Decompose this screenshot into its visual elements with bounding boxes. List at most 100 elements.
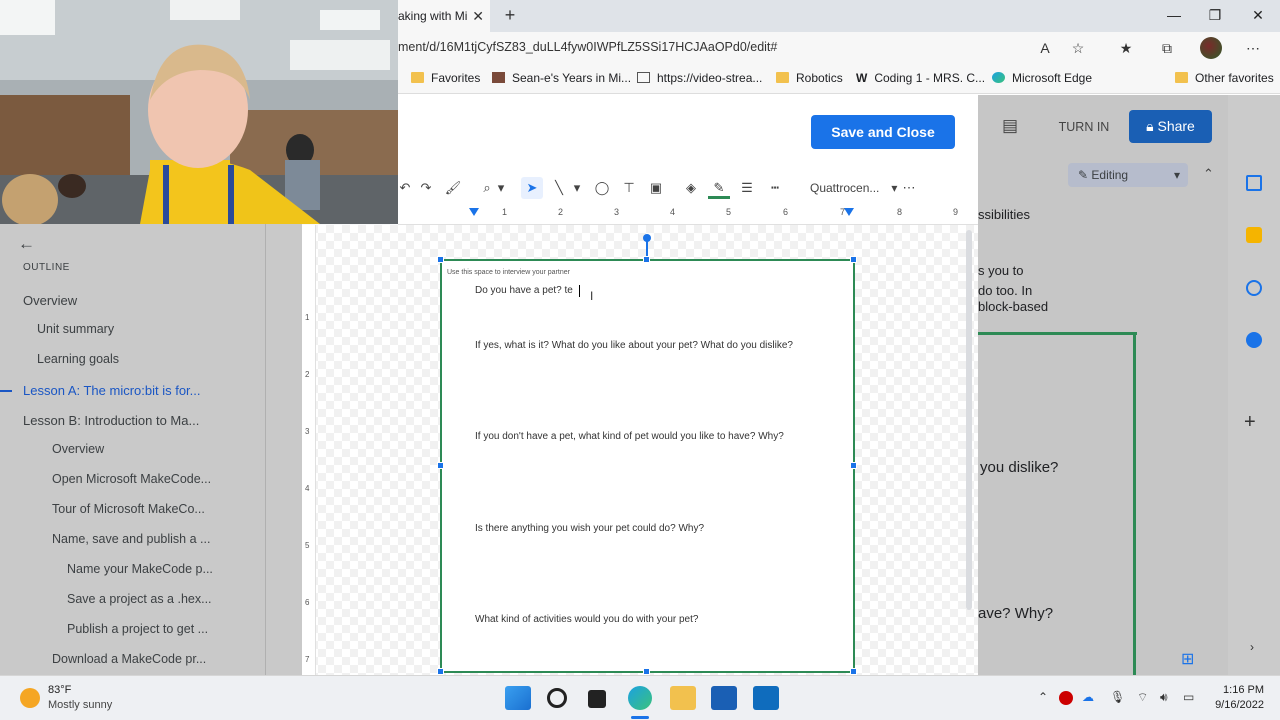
- text-cursor: [579, 285, 580, 297]
- minimize-icon[interactable]: —: [1152, 0, 1196, 32]
- contacts-icon[interactable]: [1246, 332, 1262, 348]
- add-comment-icon[interactable]: ⊞: [1181, 649, 1194, 669]
- outline-item[interactable]: Publish a project to get ...: [67, 622, 208, 636]
- resize-handle[interactable]: [850, 668, 857, 675]
- resize-handle[interactable]: [643, 256, 650, 263]
- chevron-down-icon[interactable]: ▾: [494, 177, 508, 199]
- border-color-icon[interactable]: ✎: [708, 177, 730, 199]
- document-page-right: ssibilities s you to do too. In block-ba…: [978, 196, 1228, 675]
- wifi-icon[interactable]: ⌔: [1137, 690, 1148, 705]
- weather-temp[interactable]: 83°F: [48, 684, 71, 696]
- clock-time[interactable]: 1:16 PM: [1216, 684, 1264, 696]
- outline-item[interactable]: Save a project as a .hex...: [67, 592, 212, 606]
- favorites-icon[interactable]: ★: [1115, 37, 1137, 59]
- tab-title: aking with Mi: [398, 9, 468, 23]
- store-icon[interactable]: [711, 686, 737, 710]
- question: If you don't have a pet, what kind of pe…: [475, 431, 784, 442]
- chevron-right-icon[interactable]: ›: [1250, 640, 1254, 654]
- favorite-item[interactable]: W Coding 1 - MRS. C...: [856, 64, 985, 94]
- side-panel: + ›: [1228, 95, 1280, 675]
- outline-item-active[interactable]: Lesson A: The micro:bit is for...: [23, 383, 201, 398]
- outline-item[interactable]: Open Microsoft MakeCode...: [52, 472, 211, 486]
- resize-handle[interactable]: [437, 256, 444, 263]
- battery-icon[interactable]: ▭: [1183, 690, 1194, 704]
- resize-handle[interactable]: [850, 256, 857, 263]
- favorite-item[interactable]: Other favorites: [1175, 64, 1274, 94]
- resize-handle[interactable]: [437, 668, 444, 675]
- favorite-item[interactable]: Sean-e's Years in Mi...: [492, 64, 631, 94]
- outline-item[interactable]: Lesson B: Introduction to Ma...: [23, 413, 199, 428]
- back-arrow-icon[interactable]: ←: [18, 234, 35, 254]
- add-addon-icon[interactable]: +: [1244, 411, 1256, 434]
- more-options-icon[interactable]: ⋯: [898, 177, 920, 199]
- outline-item[interactable]: Unit summary: [37, 322, 114, 336]
- tasks-icon[interactable]: [1246, 280, 1262, 296]
- paint-format-icon[interactable]: 🖌︎: [442, 177, 464, 199]
- save-and-close-button[interactable]: Save and Close: [811, 115, 955, 149]
- font-select[interactable]: Quattrocen... ▾: [810, 177, 897, 199]
- new-tab-icon[interactable]: +: [500, 4, 520, 28]
- calendar-icon[interactable]: [1246, 175, 1262, 191]
- comment-icon[interactable]: ▤: [1002, 116, 1018, 136]
- fill-color-icon[interactable]: ◈: [680, 177, 702, 199]
- outline-item[interactable]: Learning goals: [37, 352, 119, 366]
- outline-item[interactable]: Overview: [23, 293, 77, 308]
- search-icon[interactable]: [547, 688, 567, 708]
- folder-icon: [411, 72, 424, 83]
- weather-sun-icon: [20, 688, 40, 708]
- chevron-up-icon[interactable]: ⌃: [1203, 166, 1214, 182]
- collections-icon[interactable]: ⧉: [1156, 37, 1178, 59]
- edge-icon[interactable]: [628, 686, 652, 710]
- outlook-icon[interactable]: [753, 686, 779, 710]
- chevron-down-icon[interactable]: ▾: [570, 177, 584, 199]
- more-menu-icon[interactable]: ⋯: [1242, 37, 1264, 59]
- resize-handle[interactable]: [437, 462, 444, 469]
- editing-mode-select[interactable]: ✎ Editing ▾: [1068, 163, 1188, 187]
- folder-icon: [1175, 72, 1188, 83]
- task-view-icon[interactable]: [588, 690, 606, 708]
- favorite-item[interactable]: Microsoft Edge: [992, 64, 1092, 94]
- text-box-icon[interactable]: ⊤: [618, 177, 640, 199]
- favorite-item[interactable]: Robotics: [776, 64, 843, 94]
- outline-item[interactable]: Name, save and publish a ...: [52, 532, 210, 546]
- app-tray-icon[interactable]: [1059, 691, 1073, 705]
- file-explorer-icon[interactable]: [670, 686, 696, 710]
- chevron-up-icon[interactable]: ⌃: [1038, 690, 1048, 704]
- volume-icon[interactable]: 🔊︎: [1160, 690, 1168, 705]
- window-close-icon[interactable]: ✕: [1236, 0, 1280, 32]
- weather-desc[interactable]: Mostly sunny: [48, 699, 112, 711]
- browser-tab[interactable]: aking with Mi ✕: [398, 0, 490, 32]
- border-dash-icon[interactable]: ┅: [764, 177, 786, 199]
- share-button[interactable]: 🔒︎ Share: [1129, 110, 1212, 143]
- select-icon[interactable]: ➤: [521, 177, 543, 199]
- restore-icon[interactable]: ❐: [1193, 0, 1237, 32]
- ibeam-cursor-icon: I: [590, 289, 594, 303]
- resize-handle[interactable]: [850, 462, 857, 469]
- keep-icon[interactable]: [1246, 227, 1262, 243]
- rotate-handle[interactable]: [643, 234, 651, 242]
- shape-icon[interactable]: ◯: [591, 177, 613, 199]
- line-icon[interactable]: ╲: [548, 177, 570, 199]
- read-aloud-icon[interactable]: A: [1034, 37, 1056, 59]
- outline-item[interactable]: Name your MakeCode p...: [67, 562, 213, 576]
- resize-handle[interactable]: [643, 668, 650, 675]
- favorite-item[interactable]: Favorites: [411, 64, 480, 94]
- canvas-scrollbar[interactable]: [966, 230, 972, 610]
- redo-icon[interactable]: ↷: [415, 177, 437, 199]
- clock-date[interactable]: 9/16/2022: [1206, 699, 1264, 711]
- add-favorite-icon[interactable]: ☆: [1067, 37, 1089, 59]
- onedrive-icon[interactable]: ☁: [1082, 690, 1094, 704]
- outline-item[interactable]: Tour of Microsoft MakeCo...: [52, 502, 205, 516]
- microphone-icon[interactable]: 🎙︎: [1110, 690, 1125, 704]
- text-box[interactable]: Use this space to interview your partner…: [440, 259, 855, 673]
- profile-avatar[interactable]: [1200, 37, 1222, 59]
- outline-item[interactable]: Download a MakeCode pr...: [52, 652, 206, 666]
- border-weight-icon[interactable]: ☰: [736, 177, 758, 199]
- url-field[interactable]: ment/d/16M1tjCyfSZ83_duLL4fyw0IWPfLZ5SSi…: [398, 32, 777, 64]
- close-tab-icon[interactable]: ✕: [472, 0, 484, 32]
- start-icon[interactable]: [505, 686, 531, 710]
- turn-in-button[interactable]: TURN IN: [1044, 112, 1124, 142]
- image-icon[interactable]: ▣: [645, 177, 667, 199]
- favorite-item[interactable]: https://video-strea...: [637, 64, 762, 94]
- outline-item[interactable]: Overview: [52, 442, 104, 456]
